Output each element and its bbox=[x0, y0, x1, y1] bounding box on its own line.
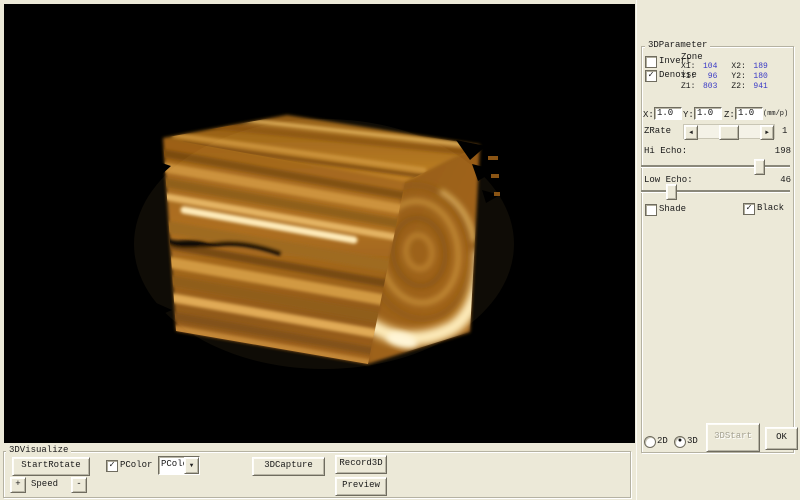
low-echo-slider[interactable] bbox=[641, 184, 790, 198]
3dparameter-title: 3DParameter bbox=[645, 40, 710, 51]
z-scale-label: Z: bbox=[724, 110, 735, 121]
shade-checkbox[interactable] bbox=[645, 204, 657, 216]
speed-minus-button[interactable]: - bbox=[71, 477, 87, 493]
hi-echo-label: Hi Echo: bbox=[644, 146, 687, 157]
y-scale-input[interactable] bbox=[694, 107, 722, 120]
zone-row: Y1:96 Y2:180 bbox=[681, 72, 791, 82]
zone-row: X1:104 X2:189 bbox=[681, 62, 791, 72]
z-scale-input[interactable] bbox=[735, 107, 763, 120]
zone-label: X2: bbox=[731, 62, 745, 71]
zone-label: X1: bbox=[681, 62, 695, 71]
zrate-label: ZRate bbox=[644, 126, 671, 137]
slider-track[interactable] bbox=[641, 190, 790, 193]
scale-unit-label: (mm/p) bbox=[763, 109, 788, 120]
checkbox-mark-icon: ✓ bbox=[107, 460, 117, 470]
hi-echo-slider-thumb[interactable] bbox=[754, 159, 765, 175]
3dcapture-button[interactable]: 3DCapture bbox=[252, 457, 325, 476]
dropdown-arrow-button[interactable]: ▼ bbox=[184, 457, 199, 474]
zone-row: Z1:803 Z2:941 bbox=[681, 82, 791, 92]
y-scale-label: Y: bbox=[683, 110, 694, 121]
pcolor-checkbox[interactable]: ✓ bbox=[106, 460, 118, 472]
zone-value: 189 bbox=[746, 62, 768, 72]
record3d-button[interactable]: Record3D bbox=[335, 455, 387, 474]
zone-value: 803 bbox=[695, 82, 717, 92]
app-window: { "window": { "background": "#ece9d8" },… bbox=[0, 0, 800, 500]
denoise-checkbox[interactable]: ✓ bbox=[645, 70, 657, 82]
pcolor-label: PColor bbox=[120, 460, 152, 471]
x-scale-label: X: bbox=[643, 110, 654, 121]
invert-checkbox[interactable] bbox=[645, 56, 657, 68]
preview-button[interactable]: Preview bbox=[335, 477, 387, 496]
slider-track[interactable] bbox=[641, 165, 790, 168]
mode-2d-label: 2D bbox=[657, 436, 668, 447]
black-label: Black bbox=[757, 203, 784, 214]
zone-value: 180 bbox=[746, 72, 768, 82]
low-echo-slider-thumb[interactable] bbox=[666, 184, 677, 200]
zone-table: X1:104 X2:189 Y1:96 Y2:180 Z1:803 Z2:941 bbox=[681, 62, 791, 92]
zrate-scrollbar-thumb[interactable] bbox=[719, 125, 739, 140]
visualize-panel: 3DVisualize StartRotate + Speed - ✓ PCol… bbox=[0, 443, 636, 500]
parameter-panel: 3DParameter Invert ✓ Denoise Zone X1:104… bbox=[636, 0, 800, 500]
zone-value: 96 bbox=[695, 72, 717, 82]
mode-3d-label: 3D bbox=[687, 436, 698, 447]
start-rotate-button[interactable]: StartRotate bbox=[12, 457, 90, 476]
scroll-right-button[interactable]: ► bbox=[760, 125, 774, 140]
zone-label: Y1: bbox=[681, 72, 695, 81]
zone-label: Z2: bbox=[731, 82, 745, 91]
chevron-down-icon: ▼ bbox=[190, 462, 194, 469]
speed-plus-button[interactable]: + bbox=[10, 477, 26, 493]
pcolor-dropdown[interactable]: PColor ▼ bbox=[158, 456, 200, 475]
zone-label: Z1: bbox=[681, 82, 695, 91]
zone-label: Y2: bbox=[731, 72, 745, 81]
scroll-left-button[interactable]: ◄ bbox=[684, 125, 698, 140]
3dvisualize-title: 3DVisualize bbox=[6, 445, 71, 456]
zrate-value: 1 bbox=[782, 126, 787, 137]
3d-viewport[interactable] bbox=[4, 4, 635, 443]
3dstart-button[interactable]: 3DStart bbox=[706, 423, 760, 452]
black-checkbox[interactable]: ✓ bbox=[743, 203, 755, 215]
zrate-scrollbar[interactable]: ◄ ► bbox=[683, 124, 775, 139]
volume-render bbox=[4, 4, 635, 443]
checkbox-mark-icon: ✓ bbox=[744, 203, 754, 213]
scroll-right-icon: ► bbox=[765, 129, 769, 136]
x-scale-input[interactable] bbox=[654, 107, 682, 120]
zone-value: 104 bbox=[695, 62, 717, 72]
mode-2d-radio[interactable] bbox=[644, 436, 656, 448]
checkbox-mark-icon: ✓ bbox=[646, 70, 656, 80]
ok-button[interactable]: OK bbox=[765, 427, 798, 450]
shade-label: Shade bbox=[659, 204, 686, 215]
hi-echo-slider[interactable] bbox=[641, 159, 790, 173]
zone-value: 941 bbox=[746, 82, 768, 92]
scroll-left-icon: ◄ bbox=[689, 129, 693, 136]
radio-dot-icon: ● bbox=[675, 437, 685, 446]
speed-label: Speed bbox=[31, 479, 58, 490]
hi-echo-value: 198 bbox=[765, 146, 791, 157]
mode-3d-radio[interactable]: ● bbox=[674, 436, 686, 448]
